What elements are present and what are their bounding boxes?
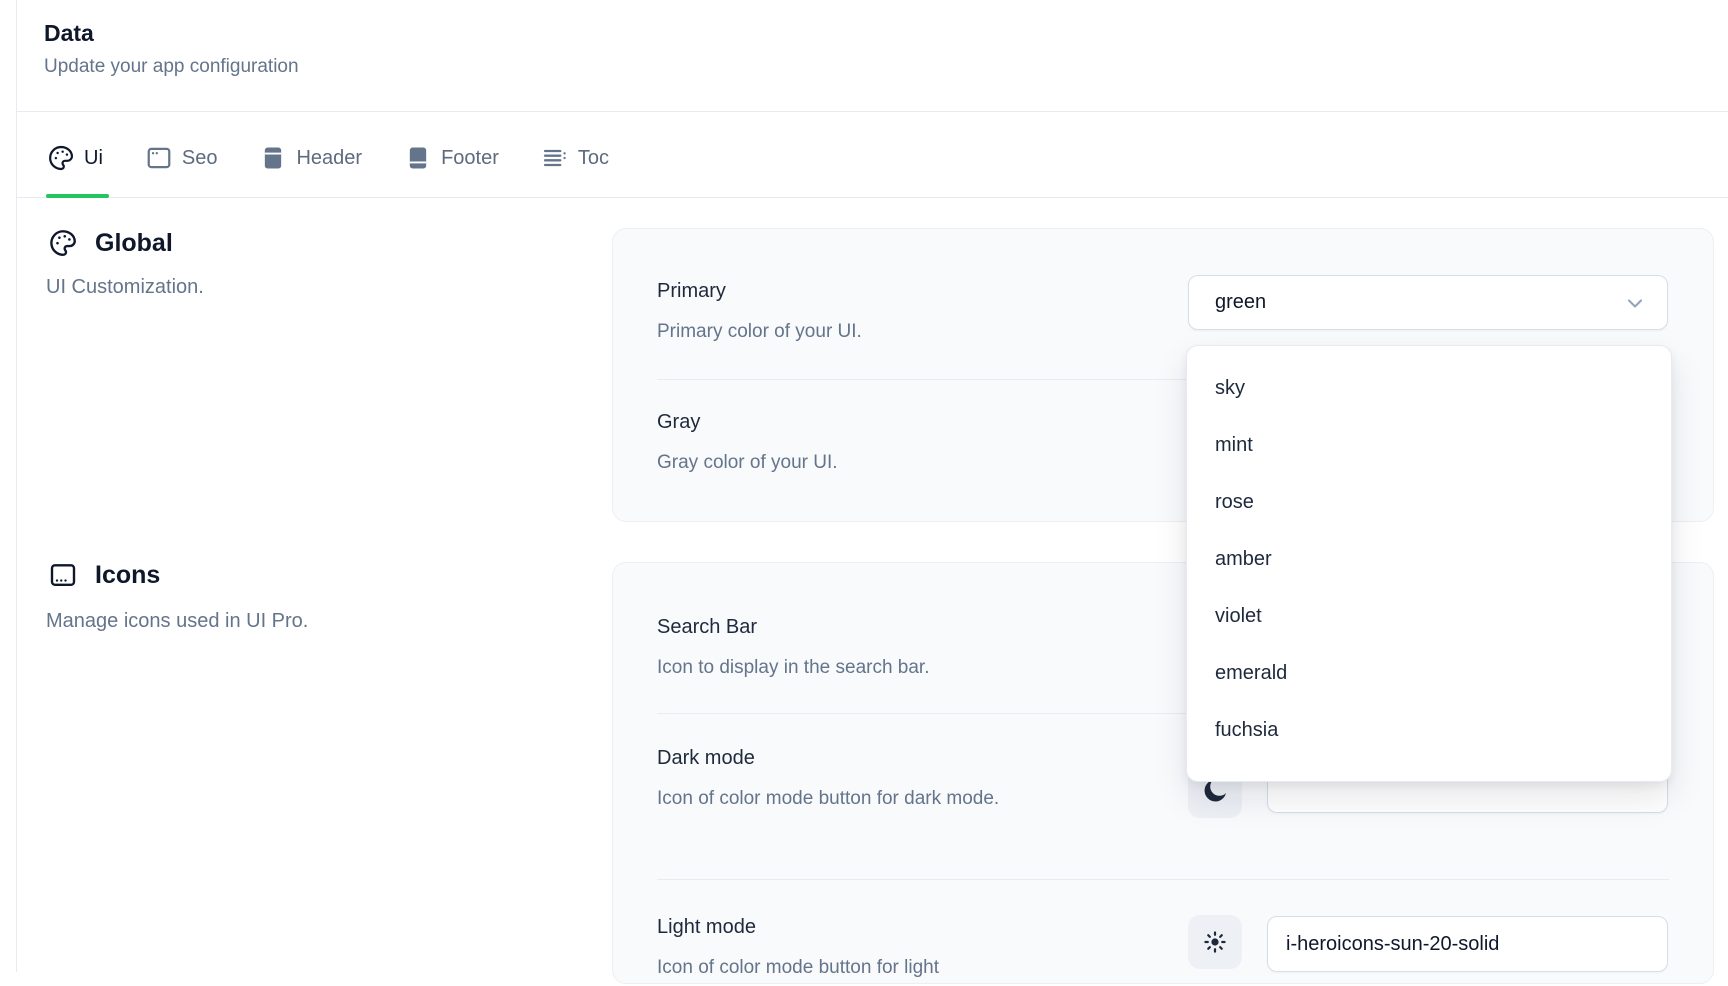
option-rose[interactable]: rose bbox=[1187, 474, 1671, 531]
header-divider bbox=[17, 111, 1728, 112]
palette-icon bbox=[47, 144, 75, 172]
tab-label: Toc bbox=[578, 147, 609, 170]
page-subtitle: Update your app configuration bbox=[44, 56, 299, 78]
palette-icon bbox=[48, 228, 78, 258]
light-mode-field-description: Icon of color mode button for light bbox=[657, 949, 939, 986]
primary-field-description: Primary color of your UI. bbox=[657, 313, 862, 350]
primary-color-select[interactable]: green bbox=[1188, 275, 1668, 330]
option-mint[interactable]: mint bbox=[1187, 417, 1671, 474]
search-bar-field-label: Search Bar bbox=[657, 616, 757, 639]
global-section-title: Global bbox=[95, 229, 173, 258]
tab-label: Ui bbox=[84, 147, 103, 170]
chevron-down-icon bbox=[1623, 291, 1647, 315]
page-title: Data bbox=[44, 20, 94, 47]
card-row-divider bbox=[657, 879, 1669, 880]
icons-section-title: Icons bbox=[95, 561, 160, 590]
primary-field-label: Primary bbox=[657, 280, 726, 303]
primary-color-option-list: sky mint rose amber violet emerald fuchs… bbox=[1187, 346, 1671, 759]
tab-label: Seo bbox=[182, 147, 218, 170]
primary-color-dropdown: sky mint rose amber violet emerald fuchs… bbox=[1186, 345, 1672, 782]
global-section-description: UI Customization. bbox=[46, 276, 204, 299]
tab-label: Header bbox=[296, 147, 362, 170]
option-emerald[interactable]: emerald bbox=[1187, 645, 1671, 702]
tab-header[interactable]: Header bbox=[259, 144, 362, 172]
panel-top-icon bbox=[259, 144, 287, 172]
global-section-header: Global bbox=[48, 228, 173, 258]
tab-footer[interactable]: Footer bbox=[404, 144, 499, 172]
tab-bar: Ui Seo Header Footer Toc bbox=[47, 138, 609, 178]
icons-section-description: Manage icons used in UI Pro. bbox=[46, 610, 308, 633]
app-window-icon bbox=[48, 560, 78, 590]
window-icon bbox=[145, 144, 173, 172]
dark-mode-field-description: Icon of color mode button for dark mode. bbox=[657, 780, 999, 817]
light-mode-icon-input[interactable] bbox=[1267, 916, 1668, 972]
icons-section-header: Icons bbox=[48, 560, 160, 590]
active-tab-underline bbox=[46, 194, 109, 198]
panel-bottom-icon bbox=[404, 144, 432, 172]
light-mode-field-label: Light mode bbox=[657, 916, 756, 939]
toc-list-icon bbox=[541, 144, 569, 172]
sun-icon bbox=[1201, 928, 1229, 956]
gray-field-label: Gray bbox=[657, 411, 700, 434]
tab-seo[interactable]: Seo bbox=[145, 144, 218, 172]
option-violet[interactable]: violet bbox=[1187, 588, 1671, 645]
tabbar-border bbox=[17, 197, 1728, 198]
tab-ui[interactable]: Ui bbox=[47, 144, 103, 172]
tab-label: Footer bbox=[441, 147, 499, 170]
light-mode-icon-preview bbox=[1188, 915, 1242, 969]
gray-field-description: Gray color of your UI. bbox=[657, 444, 838, 481]
tab-toc[interactable]: Toc bbox=[541, 144, 609, 172]
search-bar-field-description: Icon to display in the search bar. bbox=[657, 649, 930, 686]
primary-color-select-value: green bbox=[1215, 291, 1266, 314]
page-left-border bbox=[16, 0, 17, 972]
dark-mode-field-label: Dark mode bbox=[657, 747, 755, 770]
option-sky[interactable]: sky bbox=[1187, 360, 1671, 417]
option-amber[interactable]: amber bbox=[1187, 531, 1671, 588]
option-fuchsia[interactable]: fuchsia bbox=[1187, 702, 1671, 759]
